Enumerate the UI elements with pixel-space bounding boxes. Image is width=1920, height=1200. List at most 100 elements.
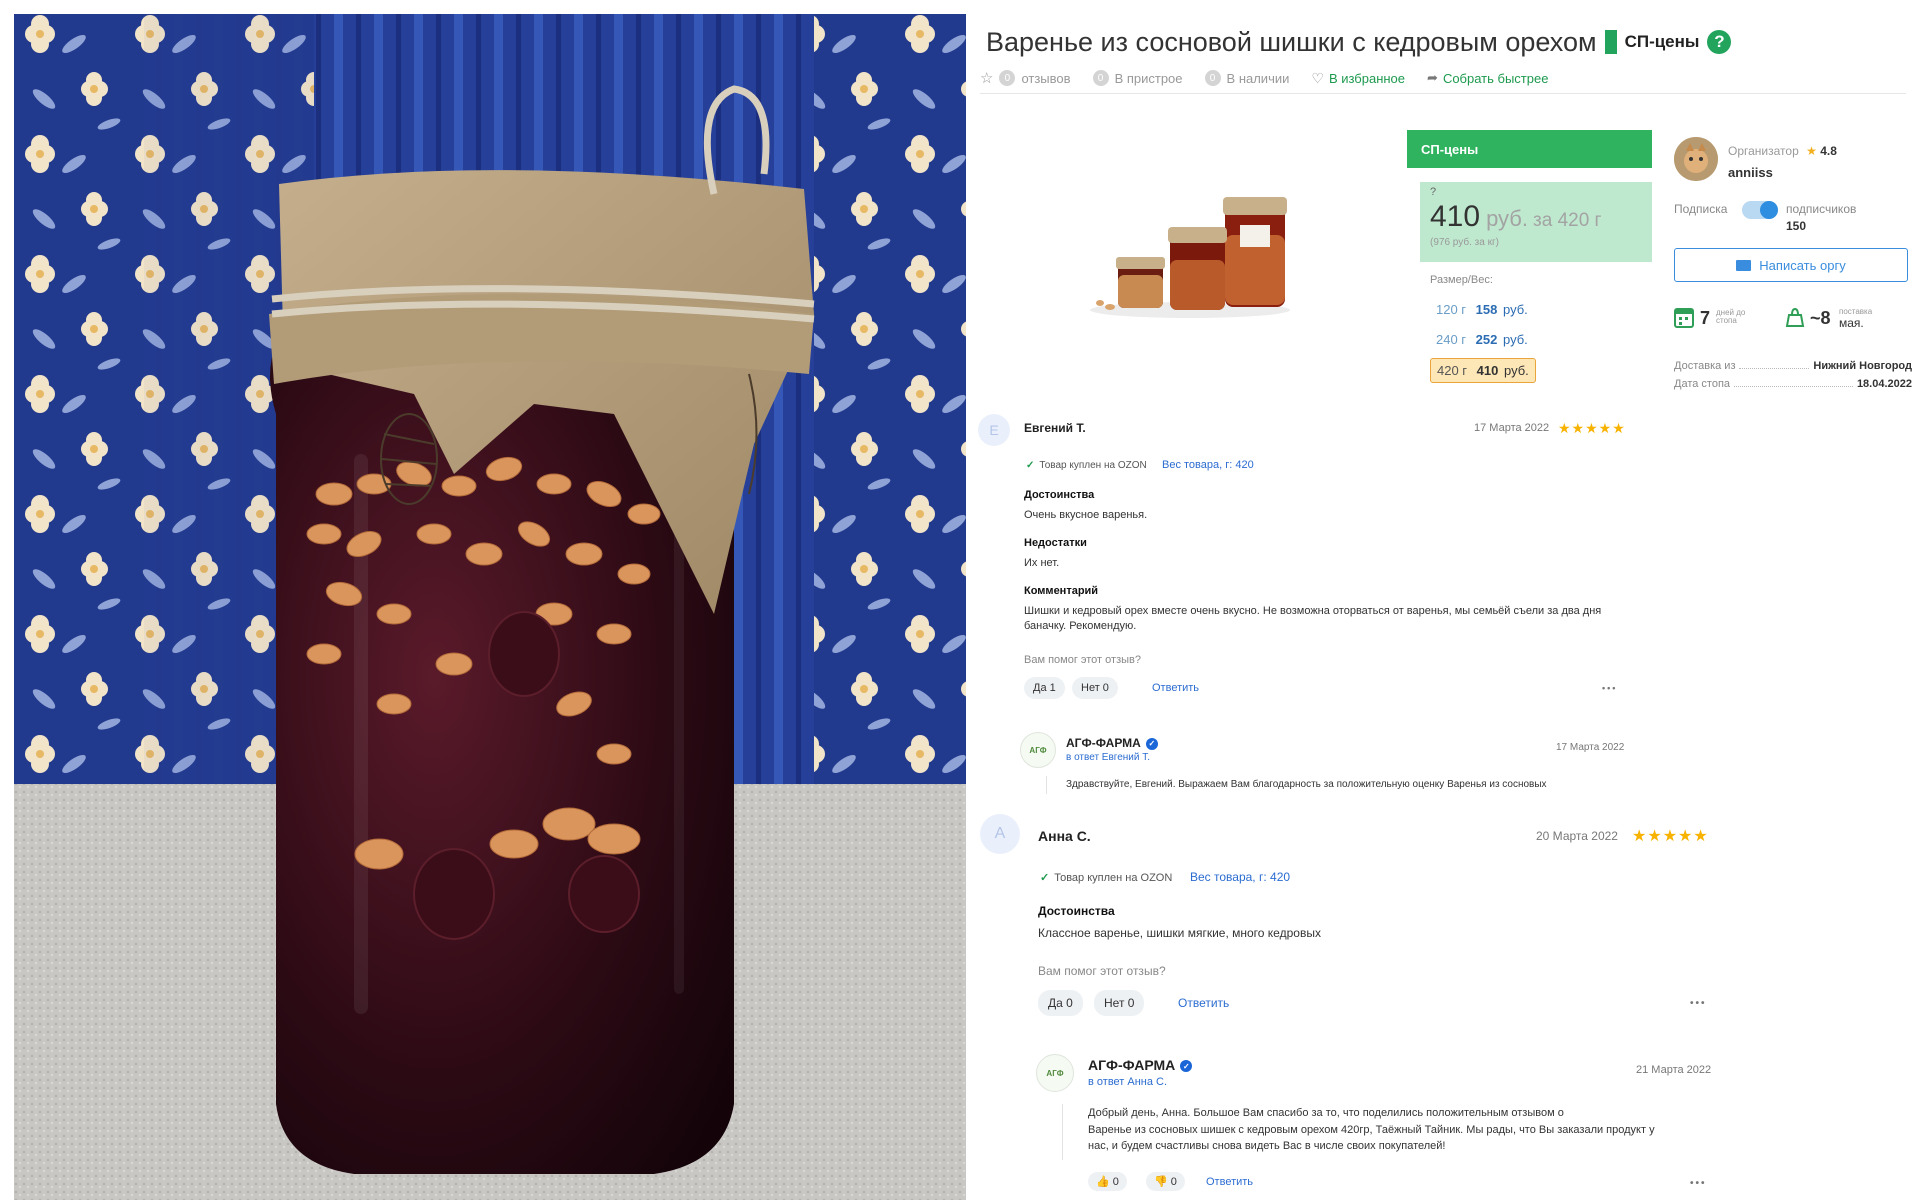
pros-title: Достоинства — [1024, 489, 1095, 501]
size-label: Размер/Вес: — [1430, 274, 1493, 286]
reply-to-link[interactable]: в ответ Евгений Т. — [1066, 752, 1150, 763]
pros-title: Достоинства — [1038, 904, 1115, 918]
product-thumbnail[interactable] — [1080, 175, 1300, 320]
envelope-icon — [1736, 259, 1752, 271]
subscribers-count: 150 — [1786, 219, 1807, 233]
delivery-value: ~8 — [1810, 308, 1831, 328]
stock-label: В наличии — [1226, 70, 1290, 86]
helpful-no-button[interactable]: Нет 0 — [1072, 677, 1118, 699]
product-weight-link[interactable]: Вес товара, г: 420 — [1190, 870, 1290, 884]
more-options-button[interactable]: ••• — [1690, 998, 1707, 1009]
write-organizer-button[interactable]: Написать оргу — [1674, 248, 1908, 282]
size-option-selected[interactable]: 420 г 410 руб. — [1430, 358, 1536, 383]
review-date: 17 Марта 2022 — [1474, 422, 1550, 434]
helpful-no-button[interactable]: Нет 0 — [1094, 990, 1145, 1016]
price-panel: ? 410 руб. за 420 г (976 руб. за кг) — [1420, 182, 1652, 262]
add-to-favorites-link[interactable]: ♡ В избранное — [1311, 70, 1405, 87]
stock-count-badge: 0 — [1204, 70, 1221, 86]
organizer-stats: 7 дней до стопа ~8 поставка мая. — [1674, 304, 1914, 336]
review-stars: ★★★★★ — [1632, 828, 1709, 845]
stop-date-value: 18.04.2022 — [1856, 378, 1912, 390]
response-date: 17 Марта 2022 — [1556, 742, 1625, 753]
stop-date-label: Дата стопа — [1674, 378, 1731, 390]
helpful-yes-button[interactable]: Да 0 — [1038, 990, 1083, 1016]
dotted-leader — [1734, 386, 1853, 387]
dislike-count: 0 — [1170, 1176, 1177, 1188]
response-date: 21 Марта 2022 — [1636, 1064, 1712, 1076]
rating-star-icon: ★ — [1806, 144, 1817, 158]
comment-text-line-1: Шишки и кедровый орех вместе очень вкусн… — [1024, 605, 1602, 617]
collect-faster-link[interactable]: ➦ Собрать быстрее — [1427, 70, 1548, 86]
size-weight: 420 г — [1437, 363, 1468, 378]
organizer-name[interactable]: anniiss — [1728, 165, 1773, 180]
response-more-options-button[interactable]: ••• — [1690, 1178, 1707, 1189]
favorites-label: В избранное — [1328, 70, 1406, 86]
brand-logo: АГФ — [1020, 732, 1056, 768]
size-currency: руб. — [1504, 363, 1529, 378]
price-amount: 410 — [1430, 200, 1481, 233]
like-button[interactable]: 👍 0 — [1088, 1172, 1127, 1191]
check-icon: ✓ — [1040, 872, 1050, 884]
days-to-stop-label-2: стопа — [1716, 316, 1737, 325]
reviewer-name[interactable]: Анна С. — [1038, 828, 1091, 844]
reviewer-avatar: Е — [978, 414, 1010, 446]
size-option[interactable]: 240 г 252 руб. — [1430, 328, 1534, 351]
verified-label: Товар куплен на OZON — [1039, 460, 1147, 471]
days-to-stop-value: 7 — [1700, 308, 1711, 328]
pros-text: Очень вкусное варенья. — [1024, 509, 1148, 521]
price-currency: руб. — [1486, 206, 1529, 231]
reviewer-name[interactable]: Евгений Т. — [1024, 421, 1086, 435]
verified-purchase: ✓ Товар куплен на OZON — [1026, 460, 1147, 471]
attached-count-badge: 0 — [1092, 70, 1109, 86]
calendar-icon — [1674, 306, 1694, 333]
like-count: 0 — [1112, 1176, 1119, 1188]
reply-link[interactable]: Ответить — [1178, 996, 1229, 1010]
attached-meta[interactable]: 0 В пристрое — [1092, 70, 1183, 86]
collect-label: Собрать быстрее — [1442, 70, 1549, 86]
star-outline-icon: ☆ — [980, 70, 994, 87]
cons-text: Их нет. — [1024, 557, 1060, 569]
brand-logo: АГФ — [1036, 1054, 1074, 1092]
response-reply-link[interactable]: Ответить — [1206, 1176, 1253, 1188]
helpful-yes-button[interactable]: Да 1 — [1024, 677, 1065, 699]
verified-badge-icon: ✓ — [1145, 737, 1158, 750]
more-options-button[interactable]: ••• — [1602, 683, 1617, 693]
reply-link[interactable]: Ответить — [1152, 682, 1199, 694]
brand-name-row[interactable]: АГФ-ФАРМА ✓ — [1088, 1057, 1193, 1073]
reviews-meta[interactable]: ☆ 0 отзывов — [980, 69, 1071, 87]
pros-text: Классное варенье, шишки мягкие, много ке… — [1038, 926, 1321, 940]
response-thread-line — [1046, 776, 1047, 794]
stop-date-row: Дата стопа 18.04.2022 — [1674, 378, 1912, 390]
thumbs-up-icon: 👍 — [1096, 1176, 1110, 1188]
dislike-button[interactable]: 👎 0 — [1146, 1172, 1185, 1191]
cons-title: Недостатки — [1024, 537, 1087, 549]
organizer-label: Организатор — [1728, 144, 1799, 158]
help-icon[interactable]: ? — [1707, 30, 1732, 54]
product-title-row: Варенье из сосновой шишки с кедровым оре… — [986, 22, 1886, 62]
delivery-label-1: поставка — [1839, 307, 1873, 316]
size-price: 410 — [1476, 363, 1499, 378]
attached-label: В пристрое — [1114, 70, 1183, 86]
review-date: 20 Марта 2022 — [1536, 829, 1618, 843]
size-option[interactable]: 120 г 158 руб. — [1430, 298, 1534, 321]
price-per-kg: (976 руб. за кг) — [1430, 237, 1499, 248]
response-text: Здравствуйте, Евгений. Выражаем Вам благ… — [1066, 779, 1547, 790]
sp-price-header: СП-цены — [1407, 130, 1652, 168]
sp-price-label: СП-цены — [1624, 32, 1700, 51]
delivery-from-label: Доставка из — [1674, 360, 1736, 372]
thumbs-down-icon: 👎 — [1154, 1176, 1168, 1188]
brand-name-row[interactable]: АГФ-ФАРМА ✓ — [1066, 736, 1158, 750]
comment-title: Комментарий — [1024, 585, 1099, 597]
subscription-toggle[interactable] — [1742, 201, 1778, 219]
verified-label: Товар куплен на OZON — [1054, 872, 1173, 884]
response-text-line-3: нас, и будем счастливы снова видеть Вас … — [1088, 1140, 1446, 1152]
delivery-from-value: Нижний Новгород — [1813, 360, 1912, 372]
price-help-icon[interactable]: ? — [1430, 186, 1642, 198]
response-thread-line — [1062, 1104, 1063, 1160]
delivery-label-2: мая. — [1839, 316, 1864, 330]
reply-to-link[interactable]: в ответ Анна С. — [1088, 1076, 1167, 1088]
price-line: 410 руб. за 420 г — [1430, 200, 1642, 234]
product-weight-link[interactable]: Вес товара, г: 420 — [1162, 459, 1254, 471]
stock-meta[interactable]: 0 В наличии — [1204, 70, 1290, 86]
organizer-avatar[interactable] — [1674, 137, 1718, 181]
